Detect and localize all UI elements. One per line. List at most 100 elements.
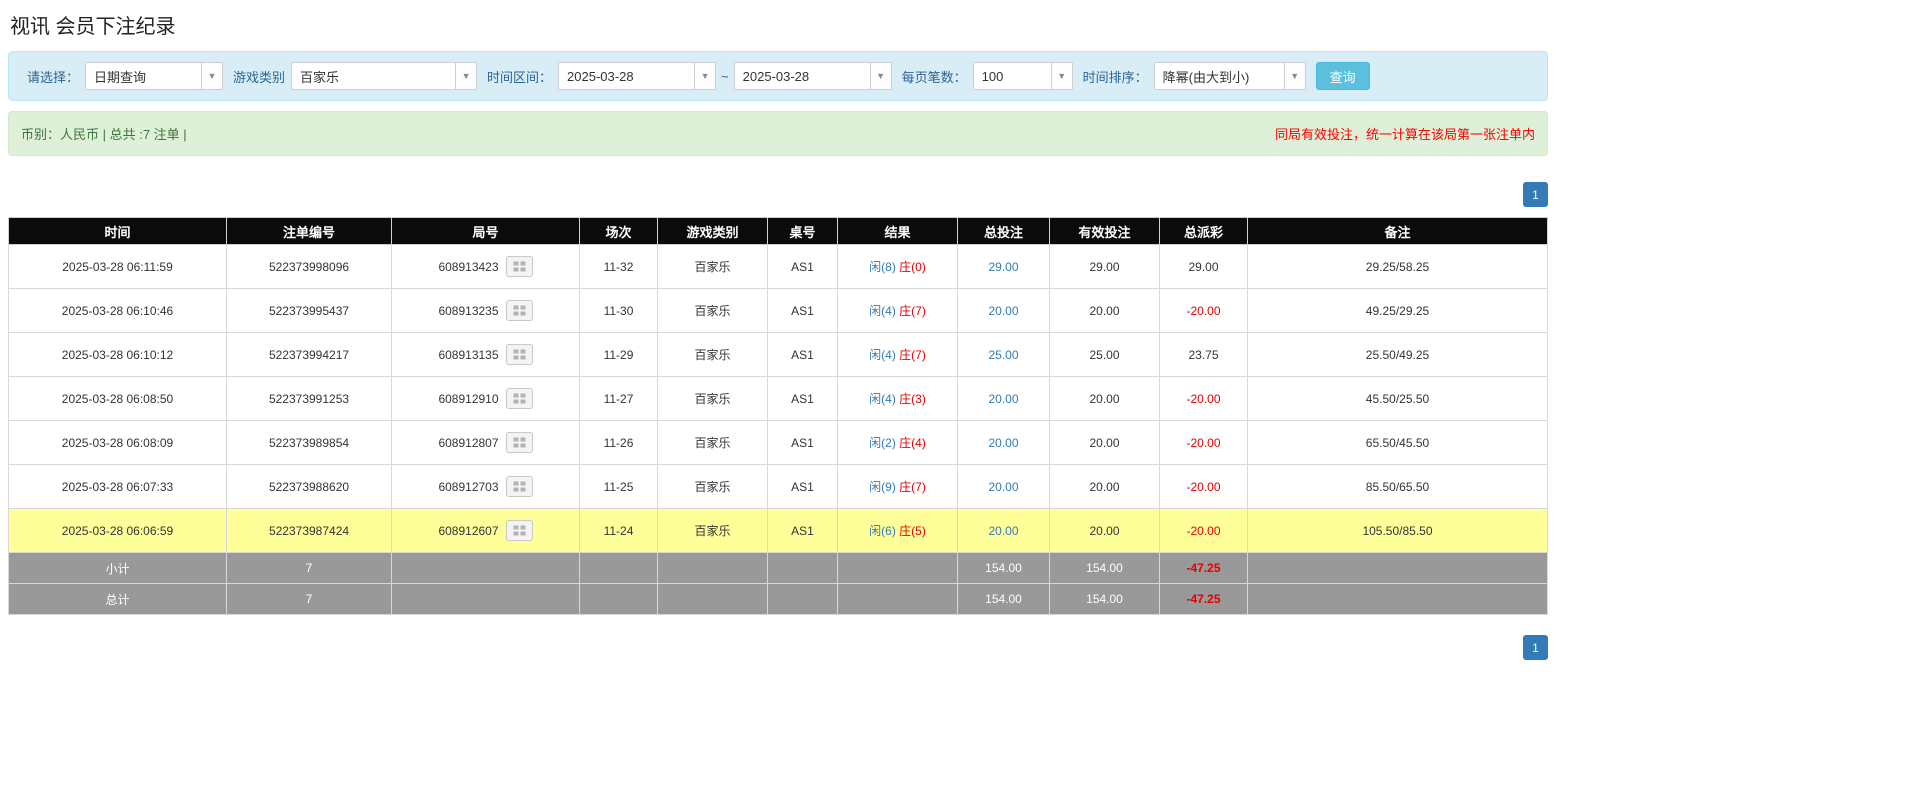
cell-table-no: AS1 (767, 288, 838, 333)
cell-result: 闲(9) 庄(7) (837, 464, 958, 509)
total-bet-link[interactable]: 20.00 (988, 524, 1018, 538)
page-button[interactable]: 1 (1523, 635, 1548, 660)
cell-valid-bet: 20.00 (1049, 288, 1160, 333)
cell-total-bet: 20.00 (957, 464, 1050, 509)
result-banker: 庄(4) (899, 436, 926, 450)
game-result-icon[interactable] (505, 388, 533, 409)
page-title: 视讯 会员下注纪录 (10, 16, 176, 38)
filter-bar: 请选择： 日期查询 ▼ 游戏类别 百家乐 ▼ 时间区间： 2025-03-28 … (8, 51, 1548, 101)
cell-round-id: 608912910 (391, 376, 580, 421)
total-bet-link[interactable]: 20.00 (988, 392, 1018, 406)
total-bet-link[interactable]: 20.00 (988, 436, 1018, 450)
cell-remark: 49.25/29.25 (1247, 288, 1548, 333)
cell-result: 闲(6) 庄(5) (837, 508, 958, 553)
page-button[interactable]: 1 (1523, 182, 1548, 207)
cell-payout: 23.75 (1159, 332, 1248, 377)
game-result-icon[interactable] (505, 300, 533, 321)
summary-row: 小计 7 154.00 154.00 -47.25 (8, 552, 1548, 584)
result-player: 闲(6) (869, 524, 896, 538)
summary-total-bet: 154.00 (957, 552, 1050, 584)
round-id-value: 608912607 (438, 523, 499, 538)
summary-valid-bet: 154.00 (1049, 552, 1160, 584)
cell-session: 11-25 (579, 464, 658, 509)
total-bet-link[interactable]: 20.00 (988, 304, 1018, 318)
round-id-value: 608913235 (438, 303, 499, 318)
date-to-value: 2025-03-28 (742, 68, 810, 84)
total-bet-link[interactable]: 29.00 (988, 260, 1018, 274)
cell-session: 11-30 (579, 288, 658, 333)
cell-result: 闲(2) 庄(4) (837, 420, 958, 465)
cell-session: 11-29 (579, 332, 658, 377)
game-result-icon[interactable] (505, 476, 533, 497)
result-player: 闲(4) (869, 304, 896, 318)
query-type-select[interactable]: 日期查询 ▼ (85, 62, 224, 90)
result-player: 闲(4) (869, 348, 896, 362)
cell-total-bet: 20.00 (957, 420, 1050, 465)
result-banker: 庄(0) (899, 260, 926, 274)
game-result-icon[interactable] (505, 520, 533, 541)
result-banker: 庄(3) (899, 392, 926, 406)
round-id-value: 608912703 (438, 479, 499, 494)
chevron-down-icon[interactable]: ▼ (1283, 63, 1305, 89)
cell-remark: 25.50/49.25 (1247, 332, 1548, 377)
table-row: 2025-03-28 06:07:33 522373988620 6089127… (8, 464, 1548, 509)
cell-valid-bet: 25.00 (1049, 332, 1160, 377)
cell-bet-id: 522373998096 (226, 244, 392, 289)
cell-remark: 29.25/58.25 (1247, 244, 1548, 289)
date-from-select[interactable]: 2025-03-28 ▼ (558, 62, 717, 90)
chevron-down-icon[interactable]: ▼ (694, 63, 716, 89)
chevron-down-icon[interactable]: ▼ (869, 63, 891, 89)
column-header: 有效投注 (1049, 217, 1160, 245)
cell-result: 闲(4) 庄(3) (837, 376, 958, 421)
column-header: 注单编号 (226, 217, 392, 245)
table-row: 2025-03-28 06:10:12 522373994217 6089131… (8, 332, 1548, 377)
page-size-select[interactable]: 100 ▼ (972, 62, 1073, 90)
cell-game-type: 百家乐 (657, 464, 768, 509)
table-row: 2025-03-28 06:08:50 522373991253 6089129… (8, 376, 1548, 421)
game-result-icon[interactable] (505, 344, 533, 365)
date-range-separator: ~ (721, 68, 729, 84)
column-header: 场次 (579, 217, 658, 245)
cell-payout: -20.00 (1159, 508, 1248, 553)
cell-session: 11-24 (579, 508, 658, 553)
cell-time: 2025-03-28 06:10:46 (8, 288, 227, 333)
cell-valid-bet: 20.00 (1049, 376, 1160, 421)
cell-total-bet: 20.00 (957, 376, 1050, 421)
game-type-select[interactable]: 百家乐 ▼ (291, 62, 478, 90)
column-header: 总投注 (957, 217, 1050, 245)
column-header: 备注 (1247, 217, 1548, 245)
summary-label: 总计 (8, 583, 227, 615)
total-bet-link[interactable]: 20.00 (988, 480, 1018, 494)
chevron-down-icon[interactable]: ▼ (455, 63, 477, 89)
page-size-value: 100 (981, 68, 1004, 84)
chevron-down-icon[interactable]: ▼ (201, 63, 223, 89)
summary-row: 总计 7 154.00 154.00 -47.25 (8, 583, 1548, 615)
round-id-value: 608912910 (438, 391, 499, 406)
game-result-icon[interactable] (505, 432, 533, 453)
cell-game-type: 百家乐 (657, 420, 768, 465)
game-result-icon[interactable] (505, 256, 533, 277)
column-header: 游戏类别 (657, 217, 768, 245)
sort-select[interactable]: 降幂(由大到小) ▼ (1153, 62, 1306, 90)
cell-time: 2025-03-28 06:11:59 (8, 244, 227, 289)
table-header-row: 时间 注单编号 局号 场次 游戏类别 桌号 结果 总投注 有效投注 总派彩 备注 (8, 217, 1548, 245)
query-type-label: 请选择： (27, 69, 80, 85)
cell-table-no: AS1 (767, 376, 838, 421)
cell-round-id: 608913235 (391, 288, 580, 333)
cell-payout: -20.00 (1159, 464, 1248, 509)
cell-time: 2025-03-28 06:06:59 (8, 508, 227, 553)
cell-valid-bet: 29.00 (1049, 244, 1160, 289)
search-button[interactable]: 查询 (1315, 62, 1370, 90)
total-bet-link[interactable]: 25.00 (988, 348, 1018, 362)
chevron-down-icon[interactable]: ▼ (1050, 63, 1072, 89)
cell-bet-id: 522373988620 (226, 464, 392, 509)
summary-text: 币别：人民币 | 总共 :7 注单 | (21, 127, 187, 142)
date-to-select[interactable]: 2025-03-28 ▼ (733, 62, 892, 90)
cell-game-type: 百家乐 (657, 244, 768, 289)
summary-label: 小计 (8, 552, 227, 584)
bet-records-table: 时间 注单编号 局号 场次 游戏类别 桌号 结果 总投注 有效投注 总派彩 备注 2025-03-2… (8, 217, 1548, 615)
result-player: 闲(9) (869, 480, 896, 494)
result-banker: 庄(5) (899, 524, 926, 538)
summary-payout: -47.25 (1159, 583, 1248, 615)
page-size-label: 每页笔数： (901, 69, 967, 85)
